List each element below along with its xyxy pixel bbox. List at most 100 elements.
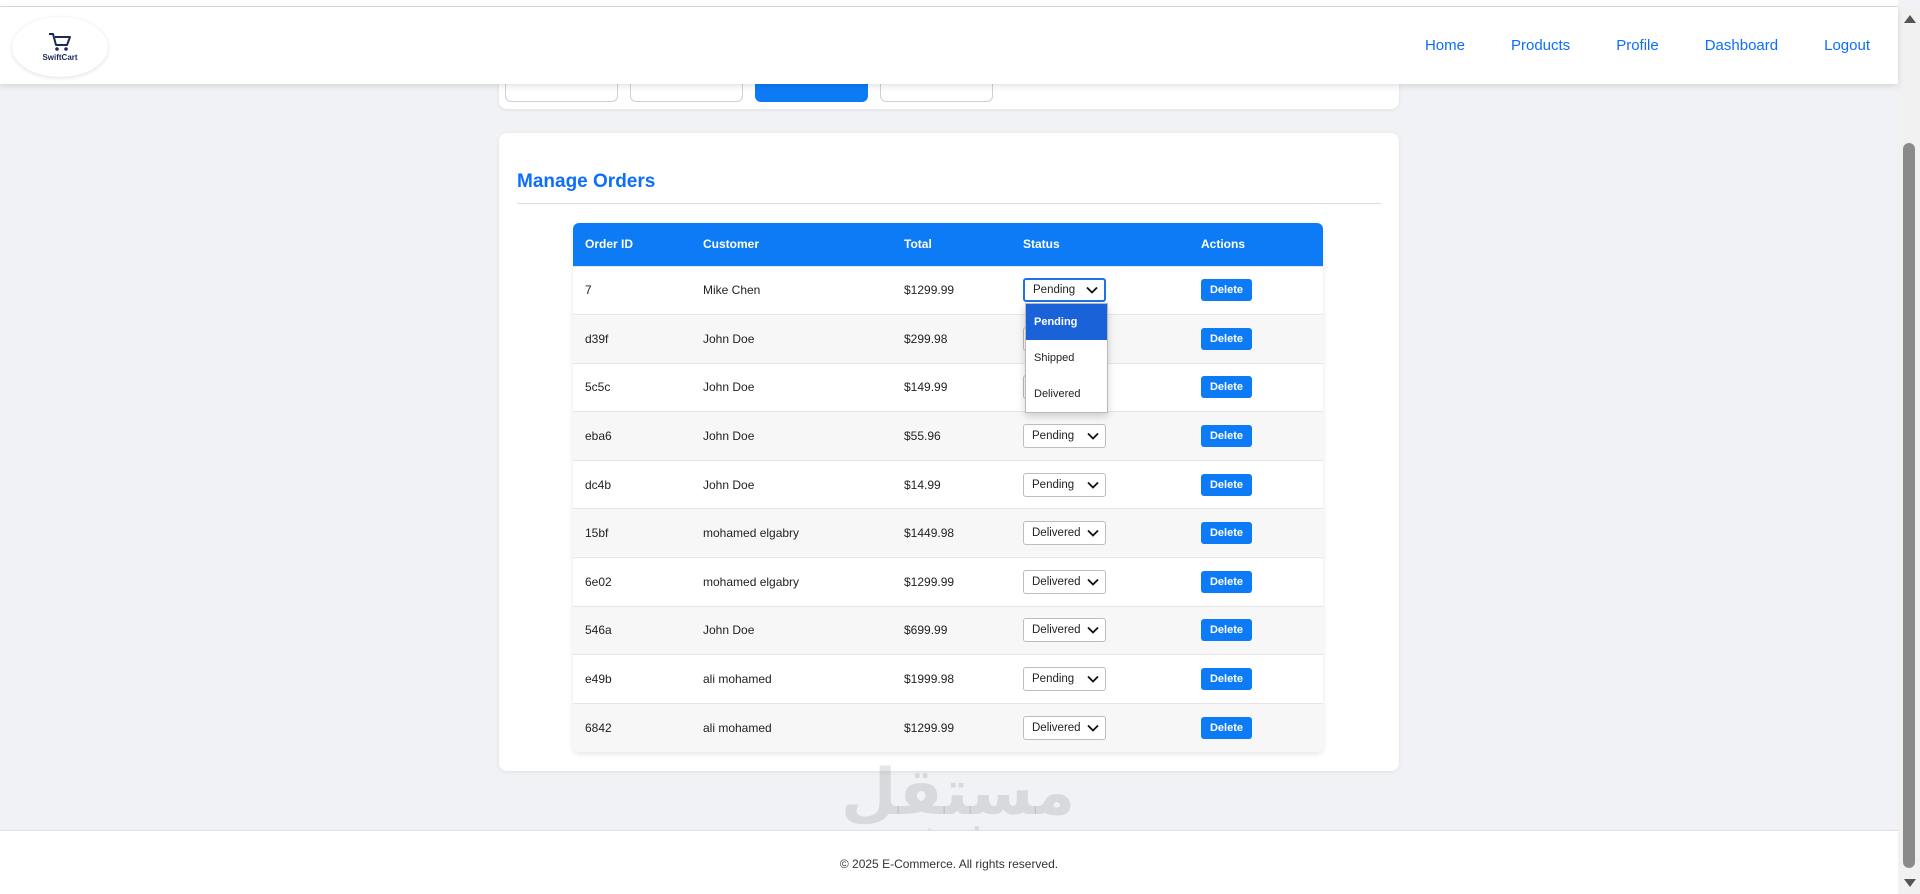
status-dropdown-menu[interactable]: Pending Shipped Delivered [1025,303,1108,413]
col-header-status: Status [1023,237,1060,252]
delete-button[interactable]: Delete [1201,279,1252,302]
customer-cell: John Doe [703,429,755,444]
total-cell: $14.99 [904,477,941,492]
status-select[interactable]: Pending [1023,278,1106,303]
dropdown-option-pending[interactable]: Pending [1026,304,1107,340]
total-cell: $1999.98 [904,672,955,687]
status-value: Delivered [1032,575,1081,588]
nav-links: Home Products Profile Dashboard Logout [1379,7,1870,84]
chevron-down-icon [1086,287,1098,295]
col-header-actions: Actions [1201,237,1246,252]
scrollbar-thumb[interactable] [1903,143,1915,868]
scroll-down-arrow-icon[interactable] [1904,879,1916,887]
col-header-total: Total [904,237,932,252]
footer-text: © 2025 E-Commerce. All rights reserved. [839,857,1059,871]
customer-cell: John Doe [703,477,755,492]
actions-cell: Delete [1189,655,1323,704]
status-cell: Pending [1011,655,1189,704]
status-value: Delivered [1032,624,1081,637]
nav-link-logout[interactable]: Logout [1824,37,1870,54]
navbar: SwiftCart Home Products Profile Dashboar… [0,7,1898,84]
scroll-up-arrow-icon[interactable] [1904,15,1916,23]
status-select[interactable]: Delivered [1023,618,1106,643]
order-id-cell: 7 [585,283,592,298]
nav-link-products[interactable]: Products [1511,37,1570,54]
footer: © 2025 E-Commerce. All rights reserved. [0,830,1898,894]
total-cell: $1299.99 [904,574,955,589]
dropdown-option-shipped[interactable]: Shipped [1026,340,1107,376]
delete-button[interactable]: Delete [1201,668,1252,691]
delete-button[interactable]: Delete [1201,425,1252,448]
nav-link-dashboard[interactable]: Dashboard [1705,37,1778,54]
page-title: Manage Orders [517,171,656,192]
chevron-down-icon [1087,481,1099,489]
table-row: d39fJohn Doe$299.98PendingDelete [573,314,1323,364]
nav-link-home[interactable]: Home [1425,37,1465,54]
delete-button[interactable]: Delete [1201,716,1252,739]
status-select[interactable]: Delivered [1023,521,1106,546]
status-value: Pending [1032,478,1075,491]
order-id-cell: 6842 [585,720,612,735]
customer-cell: John Doe [703,623,755,638]
chevron-down-icon [1087,724,1099,732]
logo[interactable]: SwiftCart [12,17,108,77]
status-cell: Pending [1011,412,1189,461]
order-id-cell: 5c5c [585,380,611,395]
logo-text: SwiftCart [42,53,78,62]
col-header-customer: Customer [703,237,760,252]
dropdown-option-delivered[interactable]: Delivered [1026,376,1107,412]
order-id-cell: eba6 [585,429,612,444]
actions-cell: Delete [1189,412,1323,461]
status-cell: Delivered [1011,703,1189,752]
actions-cell: Delete [1189,606,1323,655]
col-header-order-id: Order ID [585,237,634,252]
actions-cell: Delete [1189,460,1323,509]
status-select[interactable]: Pending [1023,472,1106,497]
delete-button[interactable]: Delete [1201,570,1252,593]
delete-button[interactable]: Delete [1201,619,1252,642]
table-row: eba6 John Doe $55.96 Pending Delete [573,411,1323,461]
customer-cell: John Doe [703,331,755,346]
cart-icon [49,33,71,51]
total-cell: $149.99 [904,380,948,395]
total-cell: $299.98 [904,331,948,346]
status-select[interactable]: Delivered [1023,715,1106,740]
table-row: 6e02 mohamed elgabry $1299.99 Delivered Dele… [573,557,1323,607]
total-cell: $55.96 [904,429,941,444]
customer-cell: Mike Chen [703,283,761,298]
table-row: 5c5cJohn Doe$149.99PendingDelete [573,363,1323,412]
order-id-cell: d39f [585,331,609,346]
table-header-row: Order ID Customer Total Status Actions [573,223,1323,266]
customer-cell: John Doe [703,380,755,395]
delete-button[interactable]: Delete [1201,473,1252,496]
order-id-cell: dc4b [585,477,612,492]
nav-link-profile[interactable]: Profile [1616,37,1659,54]
orders-table: Order ID Customer Total Status Actions 7… [573,223,1323,752]
chevron-down-icon [1087,578,1099,586]
browser-top-edge [0,0,1898,7]
delete-button[interactable]: Delete [1201,376,1252,399]
table-row: 546a John Doe $699.99 Delivered Delete [573,606,1323,655]
delete-button[interactable]: Delete [1201,327,1252,350]
actions-cell: Delete [1189,363,1323,412]
status-value: Delivered [1032,527,1081,540]
status-value: Pending [1032,673,1075,686]
status-value: Delivered [1032,721,1081,734]
status-value: Pending [1033,284,1076,297]
table-row: dc4b John Doe $14.99 Pending Delete [573,460,1323,509]
customer-cell: ali mohamed [703,720,772,735]
delete-button[interactable]: Delete [1201,522,1252,545]
status-value: Pending [1032,430,1075,443]
order-id-cell: 546a [585,623,612,638]
total-cell: $1449.98 [904,526,955,541]
scrollbar[interactable] [1898,7,1920,894]
status-select[interactable]: Pending [1023,424,1106,449]
status-select[interactable]: Delivered [1023,569,1106,594]
actions-cell: Delete [1189,266,1323,315]
status-select[interactable]: Pending [1023,667,1106,692]
status-cell: Delivered [1011,509,1189,558]
actions-cell: Delete [1189,509,1323,558]
customer-cell: ali mohamed [703,672,772,687]
chevron-down-icon [1087,627,1099,635]
actions-cell: Delete [1189,703,1323,752]
